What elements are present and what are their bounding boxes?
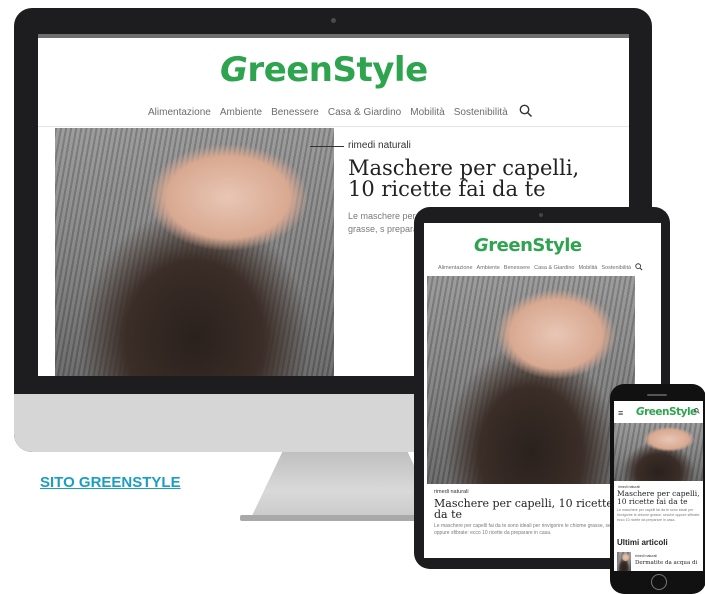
nav-item-casa-giardino[interactable]: Casa & Giardino xyxy=(328,107,401,118)
menu-icon[interactable]: ≡ xyxy=(618,408,623,418)
article-title[interactable]: Maschere per capelli, 10 ricette fai da … xyxy=(348,158,608,200)
site-logo[interactable]: GreenStyle xyxy=(220,50,428,90)
home-button[interactable] xyxy=(651,574,667,590)
nav-item-benessere[interactable]: Benessere xyxy=(271,107,319,118)
nav-item-casa-giardino[interactable]: Casa & Giardino xyxy=(534,265,574,271)
nav-item-mobilita[interactable]: Mobilità xyxy=(578,265,597,271)
article-hero-image[interactable] xyxy=(55,128,334,376)
nav-item-sostenibilita[interactable]: Sostenibilità xyxy=(454,107,508,118)
search-icon[interactable] xyxy=(519,104,533,121)
article-category[interactable]: rimedi naturali xyxy=(348,140,411,151)
kicker-line xyxy=(310,146,344,147)
article-title[interactable]: Maschere per capelli, 10 ricette fai da … xyxy=(617,490,703,505)
article-title[interactable]: Maschere per capelli, 10 ricette fai da … xyxy=(434,498,634,520)
site-link[interactable]: SITO GREENSTYLE xyxy=(40,474,181,491)
nav-item-ambiente[interactable]: Ambiente xyxy=(220,107,262,118)
nav-item-benessere[interactable]: Benessere xyxy=(504,265,530,271)
article-hero-image[interactable] xyxy=(427,276,635,484)
article-excerpt: Le maschere per capelli fai da te sono i… xyxy=(434,523,622,536)
article-category[interactable]: rimedi naturali xyxy=(434,489,469,495)
nav-item-sostenibilita[interactable]: Sostenibilità xyxy=(601,265,631,271)
camera-icon xyxy=(331,18,336,23)
nav-item-mobilita[interactable]: Mobilità xyxy=(410,107,444,118)
list-item-title[interactable]: Dermatite da acqua di xyxy=(635,560,701,566)
monitor-stand xyxy=(250,448,440,520)
list-item-category[interactable]: rimedi naturali xyxy=(635,554,657,558)
article-hero-image[interactable] xyxy=(614,423,703,481)
site-logo[interactable]: GreenStyle xyxy=(636,406,697,418)
article-excerpt: Le maschere per capelli fai da te sono i… xyxy=(617,508,701,522)
phone-screen: ≡ GreenStyle rimedi naturali Maschere pe… xyxy=(614,401,703,571)
nav-item-ambiente[interactable]: Ambiente xyxy=(477,265,500,271)
search-icon[interactable] xyxy=(694,408,700,416)
main-nav: Alimentazione Ambiente Benessere Casa & … xyxy=(148,104,533,121)
nav-item-alimentazione[interactable]: Alimentazione xyxy=(148,107,211,118)
phone-speaker xyxy=(647,394,667,396)
search-icon[interactable] xyxy=(635,263,643,273)
nav-divider xyxy=(38,126,629,127)
article-thumbnail[interactable] xyxy=(617,552,631,571)
browser-topline xyxy=(38,34,629,38)
tablet-camera-icon xyxy=(539,213,543,217)
site-logo[interactable]: GreenStyle xyxy=(474,235,582,256)
main-nav: Alimentazione Ambiente Benessere Casa & … xyxy=(438,263,643,273)
section-title: Ultimi articoli xyxy=(617,538,668,547)
nav-item-alimentazione[interactable]: Alimentazione xyxy=(438,265,473,271)
